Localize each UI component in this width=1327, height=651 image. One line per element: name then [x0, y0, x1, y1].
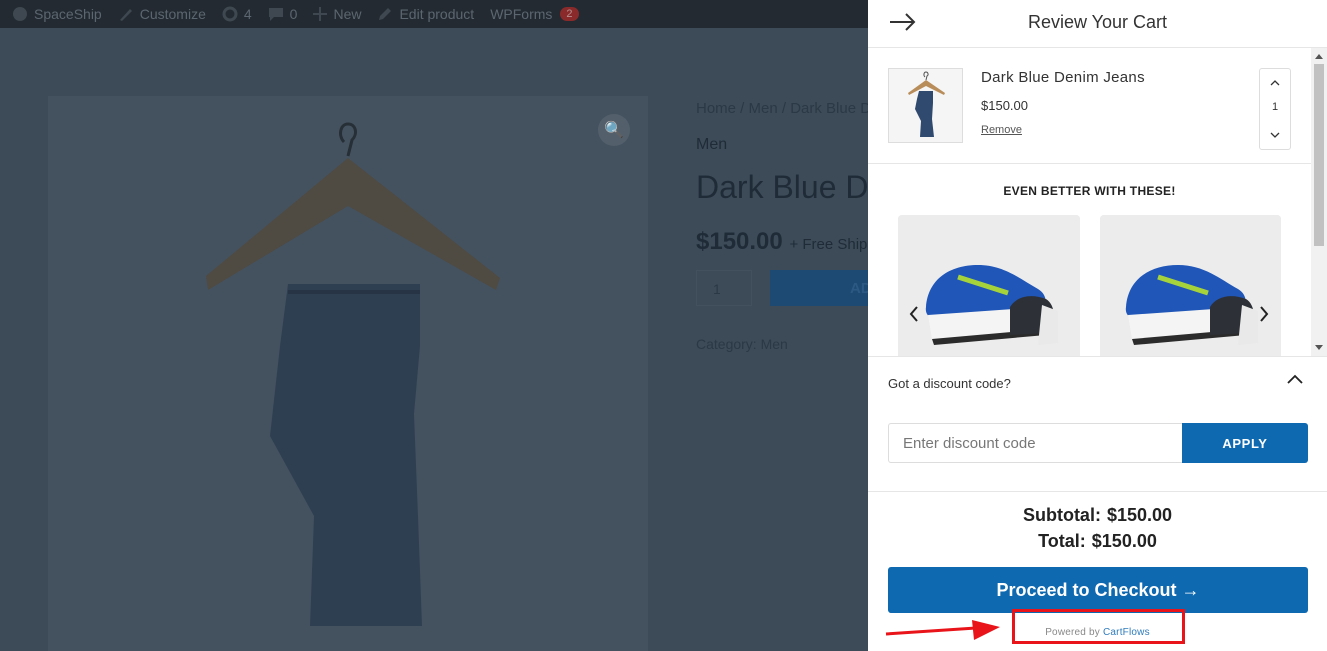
discount-label: Got a discount code? [888, 376, 1011, 391]
cart-scrollbar[interactable] [1311, 48, 1327, 356]
adminbar-new[interactable]: New [313, 6, 361, 22]
cart-item-price: $150.00 [981, 98, 1028, 113]
adminbar-wpforms[interactable]: WPForms 2 [490, 6, 579, 22]
total-row: Total: $150.00 [868, 530, 1327, 556]
adminbar-site-label: SpaceShip [34, 6, 102, 22]
category-link[interactable]: Men [761, 336, 788, 352]
qty-increase-button[interactable] [1260, 71, 1290, 95]
scroll-up-icon[interactable] [1314, 51, 1324, 61]
cart-scroll-area[interactable]: Dark Blue Denim Jeans $150.00 Remove 1 E… [868, 48, 1327, 356]
cart-title: Review Your Cart [1027, 12, 1168, 32]
product-shipping: + Free Shipp [789, 236, 876, 253]
product-image [48, 96, 648, 651]
sneaker-image [898, 215, 1080, 356]
powered-by: Powered by CartFlows [868, 627, 1327, 638]
product-price: $150.00 + Free Shipp [696, 228, 876, 256]
total-value: $150.00 [1091, 531, 1157, 551]
product-category: Category: Men [696, 336, 788, 352]
cart-header: Review Your Cart [868, 0, 1327, 48]
discount-code-input[interactable] [888, 423, 1182, 463]
qty-decrease-button[interactable] [1260, 123, 1290, 147]
cartflows-link[interactable]: CartFlows [1103, 627, 1150, 638]
breadcrumb: Home / Men / Dark Blue De [696, 100, 880, 117]
plus-icon [313, 7, 328, 21]
category-label: Category: [696, 336, 757, 352]
checkout-label: Proceed to Checkout → [996, 579, 1200, 600]
discount-section: Got a discount code? APPLY [868, 356, 1327, 492]
chevron-down-icon [1270, 132, 1280, 138]
upsell-product-card[interactable] [1100, 215, 1281, 356]
remove-item-link[interactable]: Remove [981, 124, 1022, 136]
total-label: Total: [1038, 531, 1086, 551]
cart-item-thumbnail [888, 68, 963, 143]
pencil-icon [379, 8, 392, 20]
product-qty-input[interactable]: 1 [696, 270, 752, 306]
adminbar-comments-count: 0 [289, 6, 298, 22]
adminbar-updates-count: 4 [243, 6, 252, 22]
adminbar-comments[interactable]: 0 [268, 6, 298, 22]
wpforms-badge: 2 [560, 7, 579, 21]
adminbar-new-label: New [333, 6, 362, 22]
adminbar-updates[interactable]: 4 [222, 6, 252, 22]
jeans-thumbnail-image [908, 71, 945, 137]
add-to-cart-button[interactable]: AD [770, 270, 868, 306]
zoom-icon[interactable]: 🔍 [598, 114, 630, 146]
product-page-overlay[interactable]: 🔍 Home / Men / Dark Blue De Men Dark Blu… [0, 28, 886, 651]
cart-item: Dark Blue Denim Jeans $150.00 Remove 1 [868, 48, 1311, 164]
quantity-stepper: 1 [1259, 68, 1291, 150]
adminbar-customize-label: Customize [139, 6, 206, 22]
dashboard-icon [13, 7, 27, 21]
chevron-up-icon[interactable] [1284, 371, 1306, 389]
adminbar-wpforms-label: WPForms [490, 6, 553, 22]
brush-icon [119, 9, 132, 21]
subtotal-label: Subtotal: [1022, 505, 1101, 525]
product-category-top: Men [696, 136, 728, 153]
apply-discount-button[interactable]: APPLY [1182, 423, 1308, 463]
product-price-value: $150.00 [696, 228, 783, 255]
chevron-up-icon [1270, 80, 1280, 86]
jeans-on-hanger-image [206, 122, 500, 626]
comment-icon [268, 8, 283, 21]
chevron-left-icon [909, 306, 918, 322]
updates-icon [222, 6, 238, 22]
sneaker-image [1100, 215, 1281, 356]
powered-prefix: Powered by [1045, 627, 1100, 638]
carousel-prev-button[interactable] [904, 304, 924, 324]
subtotal-row: Subtotal: $150.00 [868, 504, 1327, 530]
adminbar-edit-product-label: Edit product [399, 6, 475, 22]
upsell-heading: EVEN BETTER WITH THESE! [1003, 184, 1176, 198]
chevron-right-icon [1260, 306, 1269, 322]
adminbar-customize[interactable]: Customize [118, 6, 206, 22]
cart-totals: Subtotal: $150.00 Total: $150.00 [868, 504, 1327, 556]
upsell-product-card[interactable] [898, 215, 1080, 356]
cart-item-name: Dark Blue Denim Jeans [981, 69, 1145, 86]
proceed-to-checkout-button[interactable]: Proceed to Checkout → [888, 567, 1308, 613]
side-cart-panel: Review Your Cart Dark Blue Denim Jeans $… [868, 0, 1327, 651]
subtotal-value: $150.00 [1106, 505, 1173, 525]
scroll-down-icon[interactable] [1314, 343, 1324, 353]
carousel-next-button[interactable] [1254, 304, 1274, 324]
adminbar-site[interactable]: SpaceShip [12, 6, 102, 22]
product-title: Dark Blue De [696, 169, 887, 205]
scrollbar-thumb[interactable] [1314, 64, 1324, 246]
qty-value[interactable]: 1 [1260, 101, 1290, 113]
adminbar-edit-product[interactable]: Edit product [377, 6, 474, 22]
